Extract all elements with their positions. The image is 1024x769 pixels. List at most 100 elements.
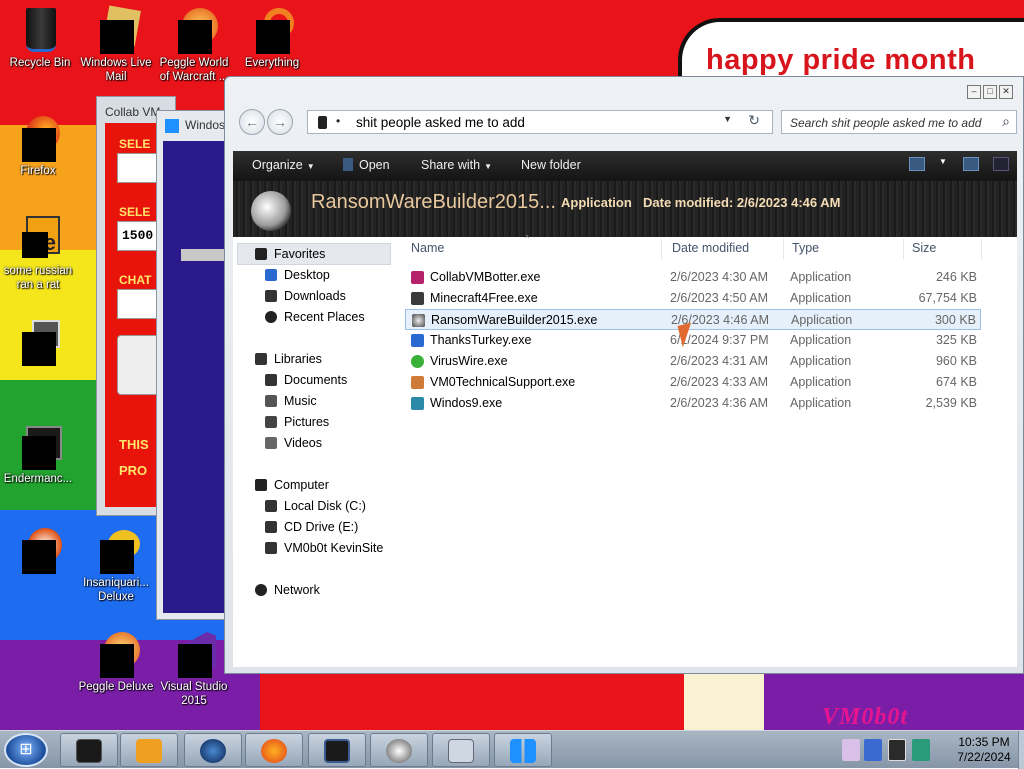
column-separator[interactable]: [783, 239, 784, 259]
system-tray: [840, 733, 944, 767]
tray-monitor-icon[interactable]: [888, 739, 906, 761]
taskbar-terminal-button[interactable]: [60, 733, 118, 767]
start-button[interactable]: ⊞: [4, 733, 48, 767]
desktop-icon-recycle-bin[interactable]: Recycle Bin: [2, 6, 78, 70]
close-button[interactable]: ✕: [999, 85, 1013, 99]
share-with-button[interactable]: Share with ▼: [421, 158, 492, 172]
column-separator[interactable]: [903, 239, 904, 259]
desktop-icon-endermanch[interactable]: Endermanc...: [0, 422, 76, 486]
address-bar[interactable]: • shit people asked me to add ▼ ↻: [307, 110, 773, 134]
change-view-icon[interactable]: [909, 157, 925, 171]
tray-volume-icon[interactable]: [912, 739, 930, 761]
open-button[interactable]: Open: [343, 158, 390, 172]
tray-network-icon[interactable]: [864, 739, 882, 761]
desktop-icon-label: Everything: [244, 57, 300, 69]
breadcrumb-separator-icon[interactable]: •: [336, 114, 340, 128]
refresh-icon[interactable]: ↻: [748, 112, 760, 129]
column-separator[interactable]: [981, 239, 982, 259]
taskbar-windows-button[interactable]: [494, 733, 552, 767]
desktop-icon-visual-studio[interactable]: Visual Studio 2015: [156, 630, 232, 708]
wallpaper-cream-patch: [684, 674, 764, 730]
nav-favorites[interactable]: Favorites: [255, 247, 325, 267]
nav-downloads[interactable]: Downloads: [265, 289, 346, 309]
help-icon[interactable]: [993, 157, 1009, 171]
taskbar-keyboard-button[interactable]: [432, 733, 490, 767]
documents-icon: [265, 374, 277, 386]
desktop-icon-label: Firefox: [20, 165, 56, 177]
nav-local-disk[interactable]: Local Disk (C:): [265, 499, 366, 519]
show-desktop-button[interactable]: [1018, 731, 1024, 769]
file-row[interactable]: VirusWire.exe 2/6/2023 4:31 AM Applicati…: [405, 351, 981, 372]
desktop-icon-some-russian[interactable]: e some russian ran a rat: [0, 214, 76, 292]
desktop-icon-label-line2: ran a rat: [16, 279, 60, 291]
file-name: VM0TechnicalSupport.exe: [430, 375, 576, 389]
peggle-icon: [92, 630, 140, 678]
nav-computer[interactable]: Computer: [255, 478, 329, 498]
desktop-icon-peggle-deluxe[interactable]: Peggle Deluxe: [78, 630, 154, 694]
nav-network[interactable]: Network: [255, 583, 320, 603]
desktop-icon-none-of-you[interactable]: [0, 526, 76, 576]
desktop-icon-peggle-world-of-warcraft[interactable]: Peggle World of Warcraft ...: [156, 6, 232, 84]
nav-libraries[interactable]: Libraries: [255, 352, 322, 372]
tray-app-icon[interactable]: [842, 739, 860, 761]
desktop-icon-windows-live-mail[interactable]: Windows Live Mail: [78, 5, 154, 84]
nav-videos[interactable]: Videos: [265, 436, 322, 456]
nav-pictures[interactable]: Pictures: [265, 415, 329, 435]
organize-button[interactable]: Organize ▼: [252, 158, 315, 172]
column-header-date[interactable]: Date modified: [672, 241, 749, 255]
drive-icon: [265, 500, 277, 512]
column-header-name[interactable]: Name: [411, 241, 444, 255]
back-button[interactable]: ←: [239, 109, 265, 135]
column-header-size[interactable]: Size: [912, 241, 936, 255]
explorer-window[interactable]: – □ ✕ ← → • shit people asked me to add …: [224, 76, 1024, 674]
keyboard-icon: [448, 739, 474, 763]
preview-pane-icon[interactable]: [963, 157, 979, 171]
file-row[interactable]: CollabVMBotter.exe 2/6/2023 4:30 AM Appl…: [405, 267, 981, 288]
search-icon[interactable]: ⌕: [1002, 113, 1010, 130]
media-player-icon: [136, 739, 162, 763]
file-size: 67,754 KB: [918, 291, 977, 305]
file-size: 960 KB: [935, 354, 977, 368]
column-separator[interactable]: [661, 239, 662, 259]
new-folder-button[interactable]: New folder: [521, 158, 581, 172]
taskbar-monitor-button[interactable]: [308, 733, 366, 767]
nav-label: Computer: [274, 478, 329, 492]
taskbar-disc-button[interactable]: [370, 733, 428, 767]
file-name: ThanksTurkey.exe: [430, 333, 532, 347]
desktop-icon-label-line2: Mail: [105, 71, 127, 83]
minimize-button[interactable]: –: [967, 85, 981, 99]
taskbar-media-player-button[interactable]: [120, 733, 178, 767]
chevron-down-icon[interactable]: ▼: [723, 114, 732, 124]
file-type: Application: [790, 375, 852, 389]
nav-label: Pictures: [284, 415, 330, 429]
details-banner: RansomWareBuilder2015... Application Dat…: [233, 181, 1017, 237]
chevron-down-icon[interactable]: ▼: [939, 157, 949, 171]
app-icon: [343, 158, 353, 171]
desktop-icon-that-but[interactable]: [0, 318, 76, 368]
nav-music[interactable]: Music: [265, 394, 317, 414]
desktop-icon-firefox[interactable]: Firefox: [0, 114, 76, 178]
nav-label: VM0b0t KevinSite: [284, 541, 384, 555]
nav-vm-site[interactable]: VM0b0t KevinSite: [265, 541, 383, 561]
nav-desktop[interactable]: Desktop: [265, 268, 330, 288]
desktop-icon-label: Insaniquari...: [83, 577, 149, 589]
clock[interactable]: 10:35 PM 7/22/2024: [944, 731, 1024, 769]
visual-studio-icon: [170, 630, 218, 678]
desktop-icon-everything[interactable]: Everything: [234, 6, 310, 70]
taskbar-firefox-button[interactable]: [245, 733, 303, 767]
desktop-icon-insaniquarium[interactable]: Insaniquari... Deluxe: [78, 526, 154, 604]
file-row[interactable]: VM0TechnicalSupport.exe 2/6/2023 4:33 AM…: [405, 372, 981, 393]
maximize-button[interactable]: □: [983, 85, 997, 99]
forward-button[interactable]: →: [267, 109, 293, 135]
column-header-type[interactable]: Type: [792, 241, 819, 255]
file-row[interactable]: Windos9.exe 2/6/2023 4:36 AM Application…: [405, 393, 981, 414]
file-row[interactable]: Minecraft4Free.exe 2/6/2023 4:50 AM Appl…: [405, 288, 981, 309]
nav-cd-drive[interactable]: CD Drive (E:): [265, 520, 358, 540]
nav-documents[interactable]: Documents: [265, 373, 347, 393]
terminal-icon: [14, 422, 62, 470]
search-input[interactable]: Search shit people asked me to add ⌕: [781, 110, 1017, 134]
taskbar-globe-button[interactable]: [184, 733, 242, 767]
nav-recent-places[interactable]: Recent Places: [265, 310, 365, 330]
breadcrumb-current[interactable]: shit people asked me to add: [356, 115, 525, 130]
file-row-selected[interactable]: RansomWareBuilder2015.exe 2/6/2023 4:46 …: [405, 309, 981, 330]
